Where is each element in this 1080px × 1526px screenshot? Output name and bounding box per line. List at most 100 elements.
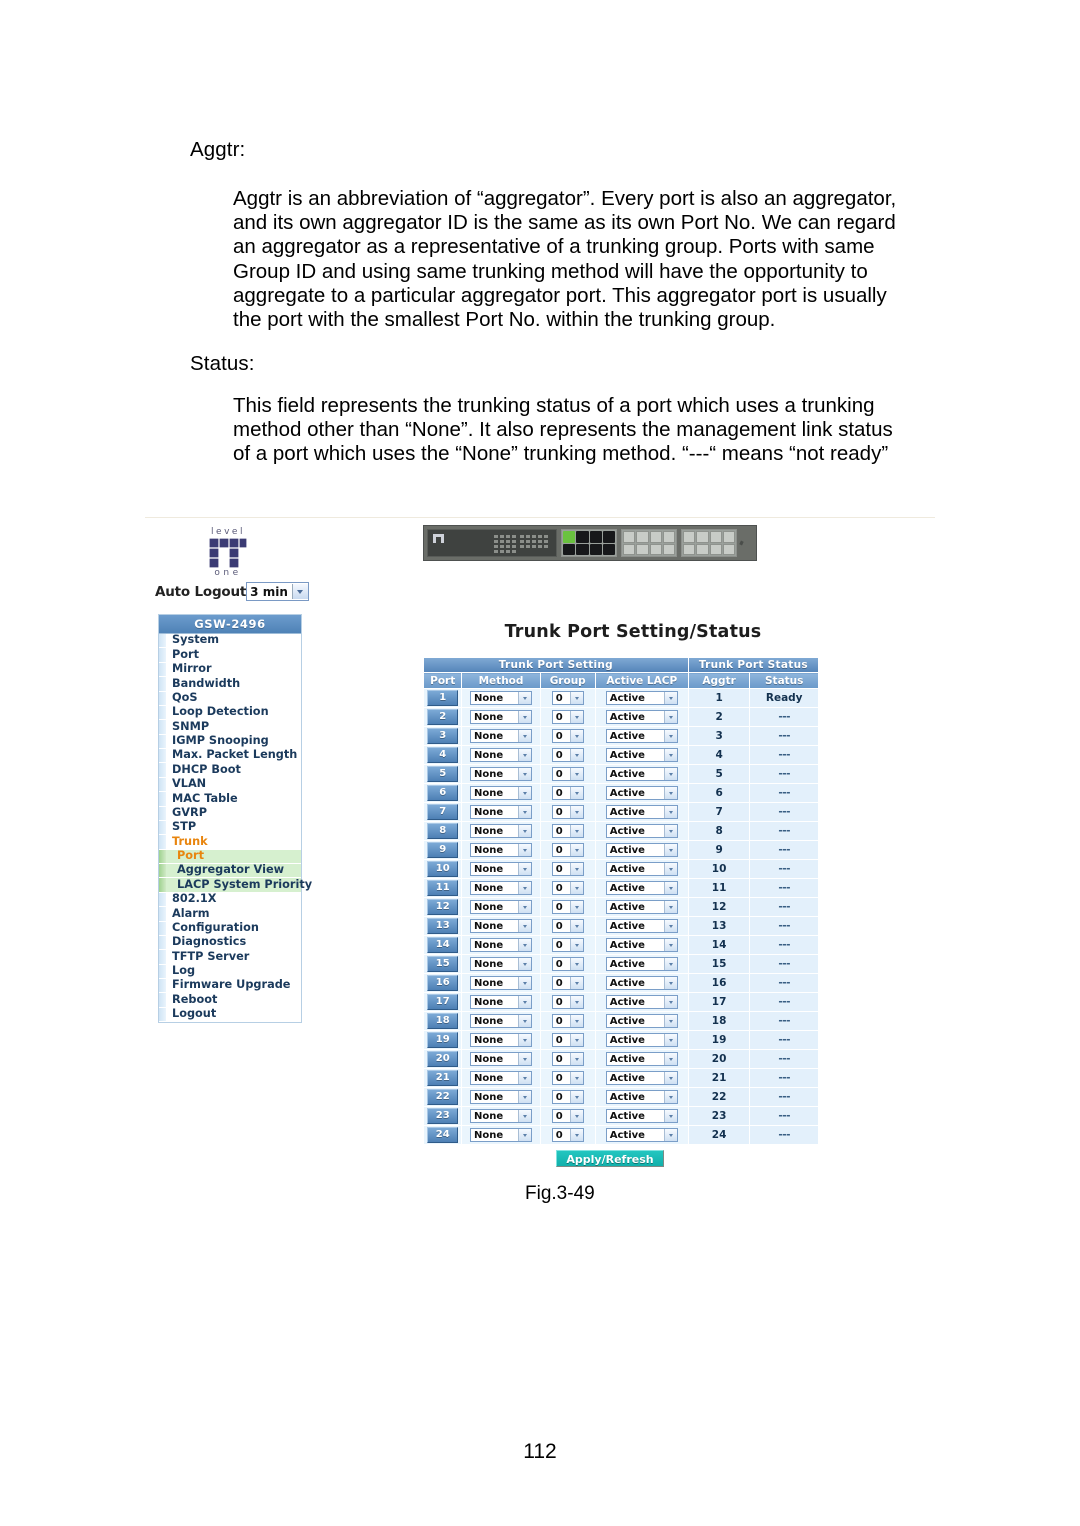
chevron-down-icon[interactable] [518, 920, 532, 932]
port-chip[interactable]: 10 [427, 861, 459, 877]
chevron-down-icon[interactable] [663, 1015, 677, 1027]
group-select[interactable]: 0 [551, 748, 584, 762]
sidebar-item-igmp-snooping[interactable]: IGMP Snooping [159, 734, 301, 749]
sidebar-item-802-1x[interactable]: 802.1X [159, 892, 301, 908]
chevron-down-icon[interactable] [518, 977, 532, 989]
chevron-down-icon[interactable] [663, 920, 677, 932]
chevron-down-icon[interactable] [518, 749, 532, 761]
active-lacp-select[interactable]: Active [605, 1052, 678, 1066]
port-chip[interactable]: 19 [427, 1032, 459, 1048]
port-chip[interactable]: 8 [427, 823, 459, 839]
chevron-down-icon[interactable] [569, 882, 583, 894]
method-select[interactable]: None [470, 805, 533, 819]
active-lacp-select[interactable]: Active [605, 995, 678, 1009]
sidebar-item-qos[interactable]: QoS [159, 691, 301, 706]
chevron-down-icon[interactable] [518, 1015, 532, 1027]
sidebar-item-tftp-server[interactable]: TFTP Server [159, 950, 301, 965]
active-lacp-select[interactable]: Active [605, 748, 678, 762]
chevron-down-icon[interactable] [518, 1053, 532, 1065]
chevron-down-icon[interactable] [569, 787, 583, 799]
chevron-down-icon[interactable] [569, 825, 583, 837]
sidebar-item-max-packet-length[interactable]: Max. Packet Length [159, 749, 301, 764]
group-select[interactable]: 0 [551, 938, 584, 952]
chevron-down-icon[interactable] [569, 1034, 583, 1046]
port-chip[interactable]: 22 [427, 1089, 459, 1105]
method-select[interactable]: None [470, 1052, 533, 1066]
chevron-down-icon[interactable] [663, 958, 677, 970]
group-select[interactable]: 0 [551, 957, 584, 971]
method-select[interactable]: None [470, 976, 533, 990]
active-lacp-select[interactable]: Active [605, 1071, 678, 1085]
chevron-down-icon[interactable] [518, 939, 532, 951]
sidebar-item-system[interactable]: System [159, 634, 301, 649]
group-select[interactable]: 0 [551, 1014, 584, 1028]
sidebar-item-port[interactable]: Port [159, 648, 301, 663]
chevron-down-icon[interactable] [569, 749, 583, 761]
port-chip[interactable]: 16 [427, 975, 459, 991]
chevron-down-icon[interactable] [518, 958, 532, 970]
chevron-down-icon[interactable] [569, 1091, 583, 1103]
sidebar-item-reboot[interactable]: Reboot [159, 993, 301, 1008]
method-select[interactable]: None [470, 1090, 533, 1104]
sidebar-item-stp[interactable]: STP [159, 820, 301, 836]
chevron-down-icon[interactable] [663, 863, 677, 875]
sidebar-item-loop-detection[interactable]: Loop Detection [159, 705, 301, 721]
group-select[interactable]: 0 [551, 843, 584, 857]
chevron-down-icon[interactable] [518, 882, 532, 894]
method-select[interactable]: None [470, 748, 533, 762]
method-select[interactable]: None [470, 729, 533, 743]
group-select[interactable]: 0 [551, 1052, 584, 1066]
chevron-down-icon[interactable] [518, 1034, 532, 1046]
method-select[interactable]: None [470, 691, 533, 705]
chevron-down-icon[interactable] [663, 749, 677, 761]
chevron-down-icon[interactable] [569, 958, 583, 970]
group-select[interactable]: 0 [551, 1033, 584, 1047]
chevron-down-icon[interactable] [663, 1034, 677, 1046]
chevron-down-icon[interactable] [663, 711, 677, 723]
chevron-down-icon[interactable] [518, 844, 532, 856]
active-lacp-select[interactable]: Active [605, 862, 678, 876]
apply-refresh-button[interactable]: Apply/Refresh [556, 1150, 664, 1167]
port-chip[interactable]: 23 [427, 1108, 459, 1124]
chevron-down-icon[interactable] [518, 692, 532, 704]
chevron-down-icon[interactable] [569, 863, 583, 875]
active-lacp-select[interactable]: Active [605, 938, 678, 952]
chevron-down-icon[interactable] [663, 1129, 677, 1141]
sidebar-item-aggregator-view[interactable]: Aggregator View [159, 864, 301, 879]
method-select[interactable]: None [470, 767, 533, 781]
group-select[interactable]: 0 [551, 976, 584, 990]
chevron-down-icon[interactable] [663, 787, 677, 799]
port-chip[interactable]: 24 [427, 1127, 459, 1143]
sidebar-item-logout[interactable]: Logout [159, 1007, 301, 1023]
group-select[interactable]: 0 [551, 900, 584, 914]
active-lacp-select[interactable]: Active [605, 843, 678, 857]
active-lacp-select[interactable]: Active [605, 1090, 678, 1104]
group-select[interactable]: 0 [551, 995, 584, 1009]
chevron-down-icon[interactable] [518, 730, 532, 742]
chevron-down-icon[interactable] [569, 1072, 583, 1084]
method-select[interactable]: None [470, 957, 533, 971]
port-chip[interactable]: 20 [427, 1051, 459, 1067]
chevron-down-icon[interactable] [518, 1129, 532, 1141]
method-select[interactable]: None [470, 862, 533, 876]
method-select[interactable]: None [470, 786, 533, 800]
active-lacp-select[interactable]: Active [605, 710, 678, 724]
chevron-down-icon[interactable] [663, 996, 677, 1008]
sidebar-item-firmware-upgrade[interactable]: Firmware Upgrade [159, 979, 301, 994]
group-select[interactable]: 0 [551, 824, 584, 838]
auto-logout-select[interactable]: 3 min [246, 582, 309, 601]
group-select[interactable]: 0 [551, 1090, 584, 1104]
chevron-down-icon[interactable] [663, 901, 677, 913]
sidebar-item-dhcp-boot[interactable]: DHCP Boot [159, 763, 301, 778]
sidebar-item-configuration[interactable]: Configuration [159, 921, 301, 936]
port-chip[interactable]: 9 [427, 842, 459, 858]
port-chip[interactable]: 17 [427, 994, 459, 1010]
chevron-down-icon[interactable] [569, 920, 583, 932]
active-lacp-select[interactable]: Active [605, 919, 678, 933]
method-select[interactable]: None [470, 938, 533, 952]
group-select[interactable]: 0 [551, 729, 584, 743]
method-select[interactable]: None [470, 1014, 533, 1028]
port-chip[interactable]: 5 [427, 766, 459, 782]
group-select[interactable]: 0 [551, 691, 584, 705]
chevron-down-icon[interactable] [569, 996, 583, 1008]
